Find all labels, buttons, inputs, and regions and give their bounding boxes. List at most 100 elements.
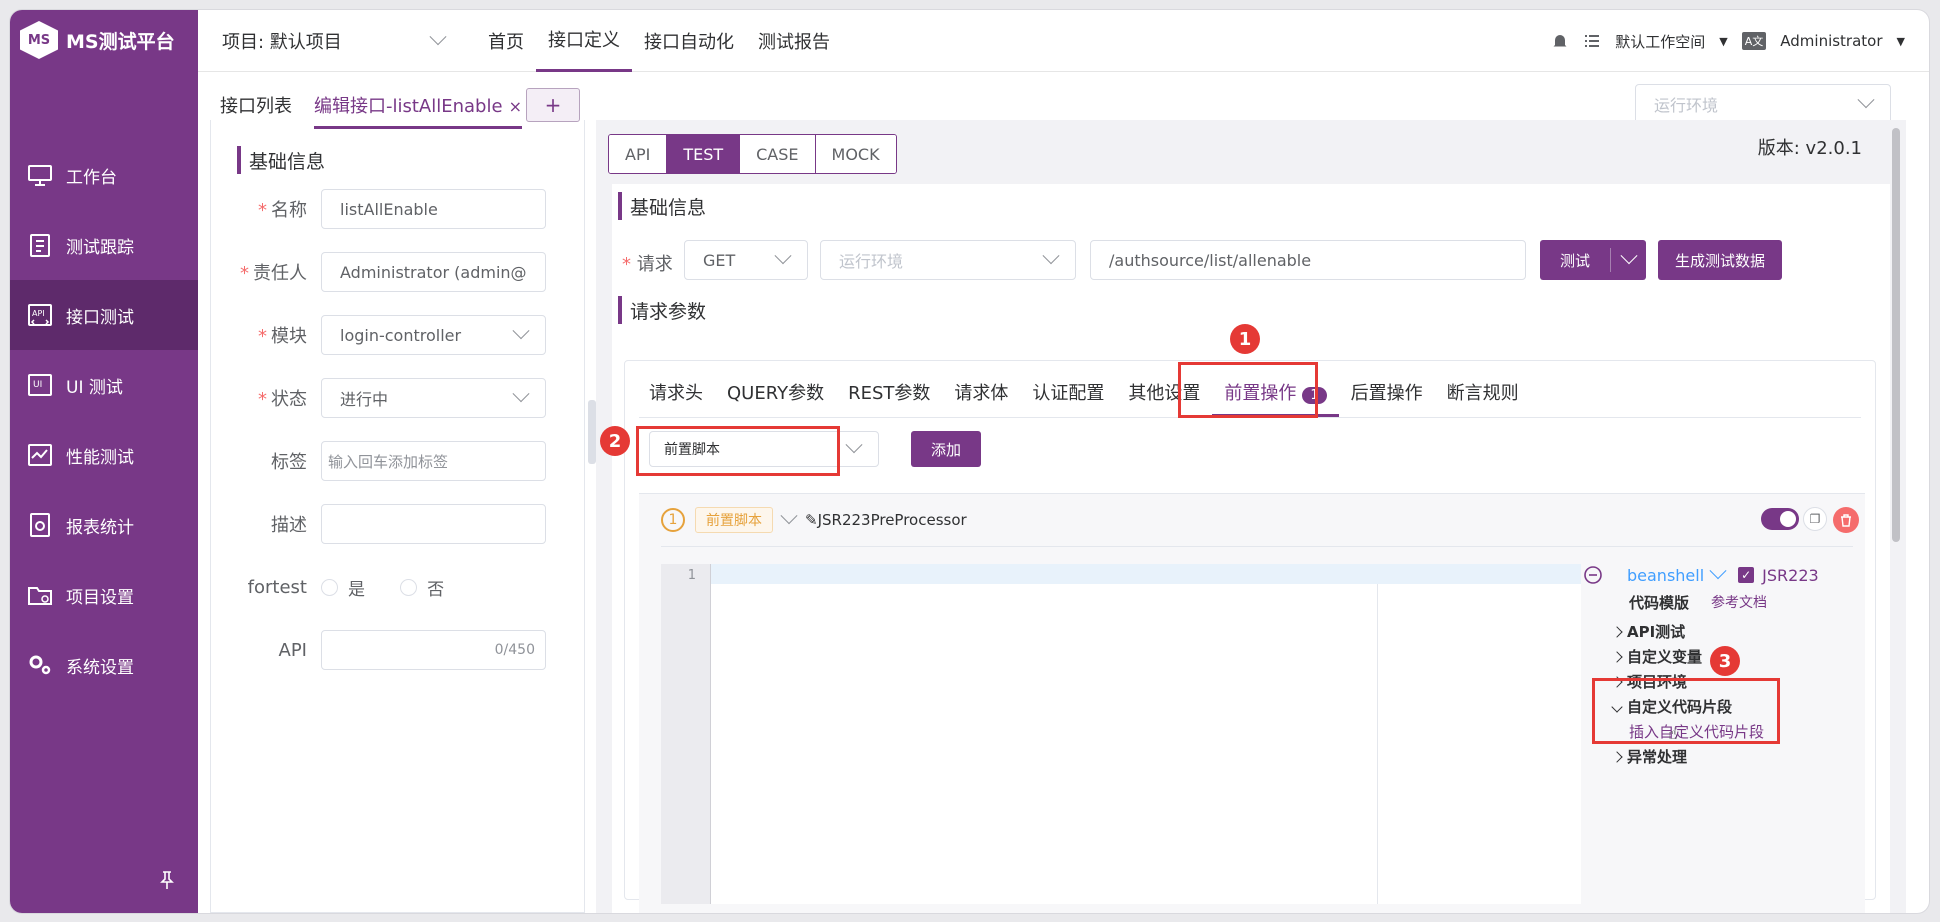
workspace-select[interactable]: 默认工作空间: [1615, 31, 1705, 52]
add-tab-button[interactable]: +: [526, 88, 580, 122]
jsr223-checkbox[interactable]: ✓: [1738, 567, 1755, 583]
annotation-box-1: [1178, 362, 1318, 418]
method-select[interactable]: GET: [684, 240, 808, 280]
processor-index: 1: [661, 508, 685, 532]
sidebar-item-project-settings[interactable]: 项目设置: [10, 560, 198, 630]
fortest-row: fortest 是 否: [211, 566, 586, 608]
chevron-down-icon[interactable]: [780, 507, 798, 525]
test-button[interactable]: 测试: [1540, 240, 1646, 280]
bell-icon[interactable]: [1551, 32, 1569, 50]
tab-query[interactable]: QUERY参数: [715, 379, 836, 417]
tab-assertions[interactable]: 断言规则: [1435, 379, 1531, 417]
project-select[interactable]: 项目: 默认项目: [222, 27, 470, 54]
folder-settings-icon: [28, 587, 52, 605]
sidebar-item-label: 报表统计: [66, 517, 134, 538]
mode-test[interactable]: TEST: [667, 135, 741, 173]
chevron-down-icon: [1857, 91, 1875, 109]
code-editor[interactable]: 1: [661, 564, 1581, 904]
chevron-down-icon: [429, 27, 447, 45]
annotation-marker-3: 3: [1710, 646, 1740, 676]
language-select[interactable]: beanshell: [1627, 566, 1704, 585]
processor-tag: 前置脚本: [695, 507, 773, 533]
basic-info-panel: 基础信息 * 名称 listAllEnable * 责任人 Administrato…: [210, 120, 585, 913]
status-label: * 状态: [258, 389, 307, 410]
gears-icon: [29, 655, 51, 675]
radio-no[interactable]: 否: [400, 575, 444, 600]
module-select[interactable]: login-controller: [321, 315, 546, 355]
app-window: MS MS测试平台 工作台 测试跟踪 API 接口测试 UI UI 测试 性能测…: [10, 10, 1929, 913]
close-icon[interactable]: ×: [509, 97, 522, 116]
pin-icon[interactable]: [156, 869, 178, 891]
user-menu[interactable]: Administrator: [1780, 32, 1882, 50]
processor-name[interactable]: ✎JSR223PreProcessor: [805, 511, 967, 529]
tree-item-exception[interactable]: 异常处理: [1611, 744, 1863, 769]
name-field[interactable]: listAllEnable: [321, 189, 546, 229]
caret-down-icon: ▼: [1896, 34, 1905, 48]
mode-case[interactable]: CASE: [740, 135, 816, 173]
api-detail-panel: API TEST CASE MOCK 版本: v2.0.1 基础信息 * 请求 …: [596, 120, 1906, 913]
request-env-select[interactable]: 运行环境: [820, 240, 1076, 280]
status-select[interactable]: 进行中: [321, 378, 546, 418]
tab-body[interactable]: 请求体: [942, 379, 1020, 417]
api-textarea[interactable]: 0/450: [321, 630, 546, 670]
menu-api-automation[interactable]: 接口自动化: [632, 10, 746, 72]
tag-input[interactable]: 输入回车添加标签: [321, 441, 546, 481]
scrollbar[interactable]: [1892, 128, 1900, 542]
sidebar-item-ui-test[interactable]: UI UI 测试: [10, 350, 198, 420]
active-code-line: [711, 564, 1581, 584]
owner-row: * 责任人 Administrator (admin@: [211, 251, 586, 293]
sidebar-item-test-track[interactable]: 测试跟踪: [10, 210, 198, 280]
mode-api[interactable]: API: [609, 135, 668, 173]
sidebar-item-label: 性能测试: [66, 447, 134, 468]
tab-label: 编辑接口-listAllEnable: [314, 96, 503, 117]
sidebar-item-api-test[interactable]: API 接口测试: [10, 280, 198, 350]
sidebar-item-label: 测试跟踪: [66, 237, 134, 258]
api-label: API: [278, 639, 307, 661]
tab-api-list[interactable]: 接口列表: [220, 92, 292, 118]
menu-api-definition[interactable]: 接口定义: [536, 10, 632, 72]
chevron-down-icon: [512, 385, 530, 403]
radio-yes[interactable]: 是: [321, 575, 365, 600]
tab-post-operations[interactable]: 后置操作: [1339, 379, 1435, 417]
tab-headers[interactable]: 请求头: [637, 379, 715, 417]
doc-link[interactable]: 参考文档: [1711, 592, 1767, 613]
add-button[interactable]: 添加: [911, 431, 981, 467]
sidebar-item-report[interactable]: 报表统计: [10, 490, 198, 560]
module-row: * 模块 login-controller: [211, 314, 586, 356]
url-input[interactable]: /authsource/list/allenable: [1090, 240, 1526, 280]
enable-toggle[interactable]: [1761, 508, 1799, 530]
tab-auth[interactable]: 认证配置: [1020, 379, 1116, 417]
generate-test-data-button[interactable]: 生成测试数据: [1658, 240, 1782, 280]
sidebar-item-system-settings[interactable]: 系统设置: [10, 630, 198, 700]
description-textarea[interactable]: [321, 504, 546, 544]
copy-icon[interactable]: ❐: [1803, 507, 1827, 531]
tag-row: 标签 输入回车添加标签: [211, 440, 586, 482]
basic-info-title: 基础信息: [618, 192, 706, 220]
language-icon[interactable]: A文: [1741, 32, 1767, 50]
sidebar-item-label: 接口测试: [66, 307, 134, 328]
menu-test-report[interactable]: 测试报告: [746, 10, 842, 72]
jsr223-label: JSR223: [1762, 565, 1819, 585]
environment-select[interactable]: 运行环境: [1635, 84, 1891, 124]
tab-rest[interactable]: REST参数: [836, 379, 942, 417]
chevron-down-icon: [845, 436, 863, 454]
sidebar-item-performance[interactable]: 性能测试: [10, 420, 198, 490]
sidebar-item-workbench[interactable]: 工作台: [10, 140, 198, 210]
menu-home[interactable]: 首页: [476, 10, 536, 72]
caret-down-icon: ▼: [1719, 34, 1728, 48]
chevron-right-icon: [1611, 750, 1623, 763]
annotation-marker-1: 1: [1230, 324, 1260, 354]
tree-item-api-test[interactable]: API测试: [1611, 619, 1863, 644]
fortest-radios: 是 否: [321, 575, 474, 600]
minus-circle-icon[interactable]: [1583, 565, 1603, 585]
environment-placeholder: 运行环境: [1654, 96, 1719, 115]
delete-icon[interactable]: [1833, 507, 1859, 533]
line-gutter: 1: [661, 564, 711, 904]
radio-circle: [400, 578, 418, 596]
owner-select[interactable]: Administrator (admin@: [321, 252, 546, 292]
test-dropdown-icon[interactable]: [1610, 247, 1646, 272]
chevron-right-icon: [1611, 650, 1623, 663]
owner-label: * 责任人: [240, 263, 307, 284]
panel-collapse-handle[interactable]: [588, 400, 596, 464]
mode-mock[interactable]: MOCK: [815, 135, 896, 173]
